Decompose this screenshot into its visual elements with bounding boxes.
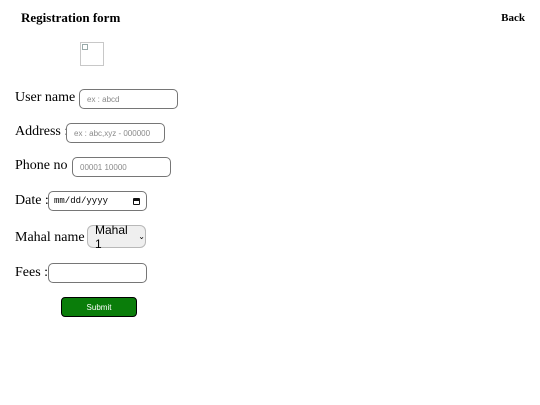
page-title: Registration form bbox=[21, 10, 121, 25]
username-input[interactable]: ex : abcd bbox=[79, 89, 178, 109]
address-label: Address : bbox=[15, 124, 69, 139]
phone-label: Phone no : bbox=[15, 158, 75, 173]
username-placeholder: ex : abcd bbox=[87, 94, 120, 104]
submit-button[interactable]: Submit bbox=[61, 297, 137, 317]
back-link[interactable]: Back bbox=[501, 12, 525, 24]
fees-input[interactable] bbox=[48, 263, 147, 283]
date-label: Date : bbox=[15, 193, 49, 208]
address-input[interactable]: ex : abc,xyz - 000000 bbox=[66, 123, 165, 143]
phone-placeholder: 00001 10000 bbox=[80, 162, 127, 172]
calendar-icon[interactable] bbox=[133, 197, 140, 205]
username-label: User name : bbox=[15, 90, 83, 105]
submit-label: Submit bbox=[86, 302, 112, 312]
mahal-select[interactable]: Mahal 1 ⌄ bbox=[87, 222, 146, 251]
mahal-label: Mahal name : bbox=[15, 230, 92, 245]
mahal-selected-value: Mahal 1 bbox=[95, 222, 128, 251]
broken-image-icon bbox=[80, 42, 104, 66]
date-input[interactable]: mm/dd/yyyy bbox=[48, 191, 147, 211]
chevron-down-icon: ⌄ bbox=[138, 232, 145, 241]
phone-input[interactable]: 00001 10000 bbox=[72, 157, 171, 177]
date-value: mm/dd/yyyy bbox=[54, 196, 109, 206]
address-placeholder: ex : abc,xyz - 000000 bbox=[74, 128, 151, 138]
fees-label: Fees : bbox=[15, 265, 49, 280]
